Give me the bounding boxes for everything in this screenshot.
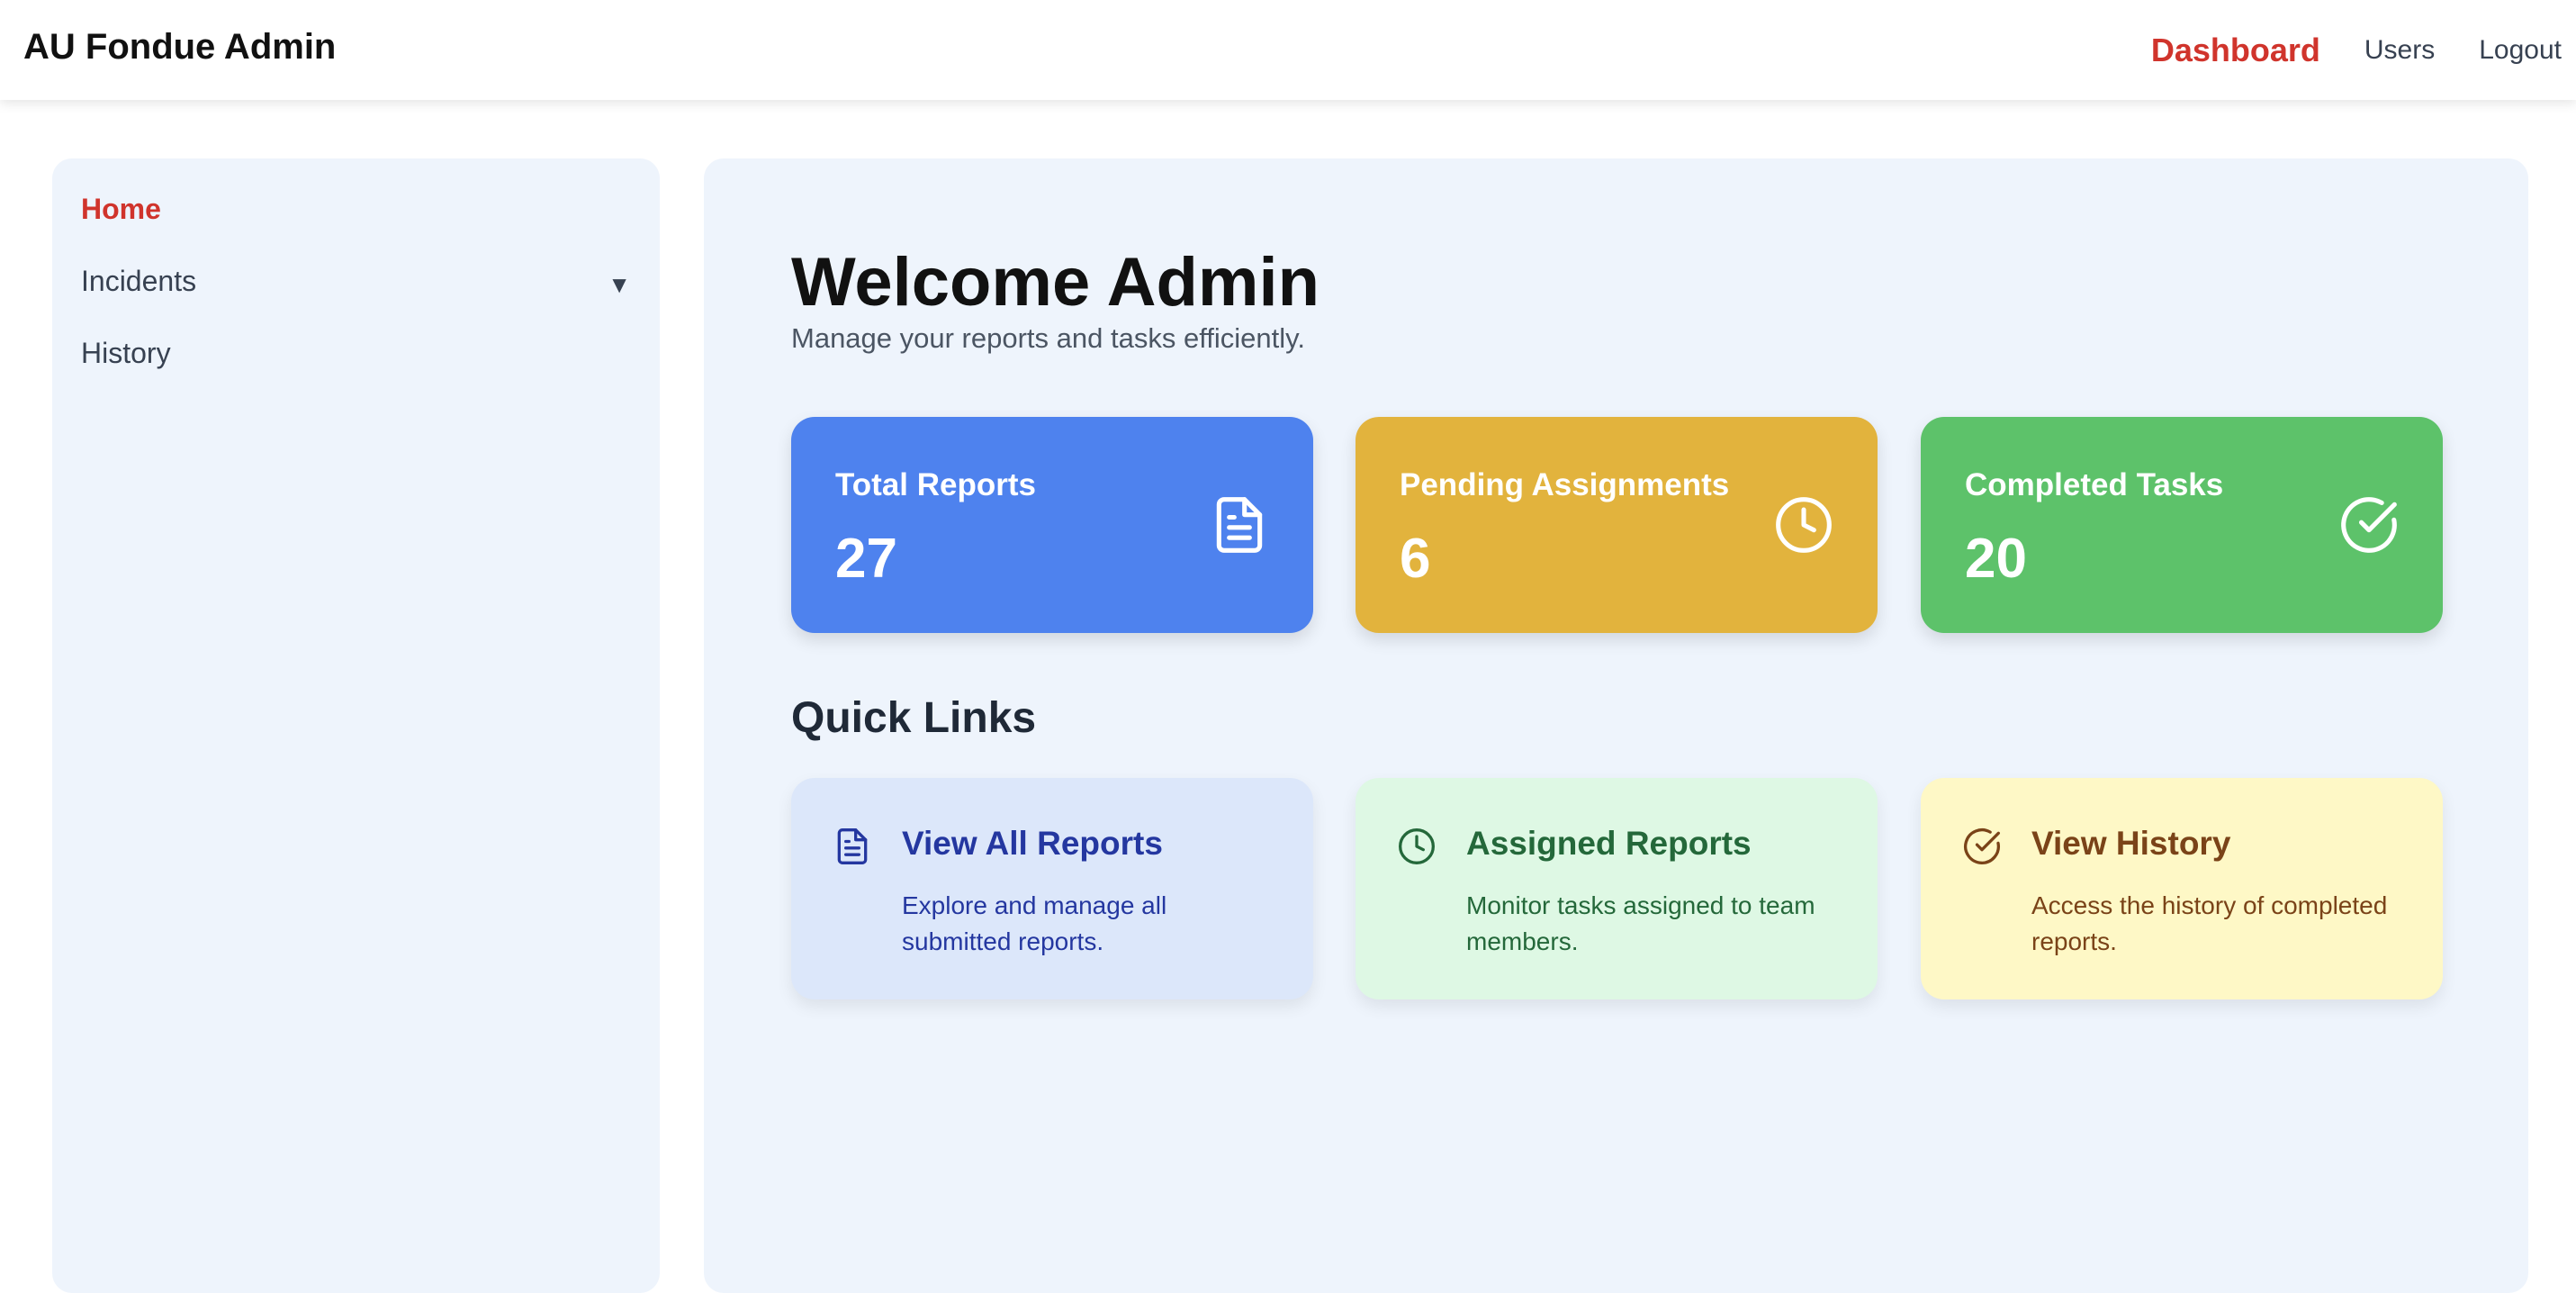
quick-link-assigned-reports[interactable]: Assigned Reports Monitor tasks assigned … [1356,778,1878,999]
page-subtitle: Manage your reports and tasks efficientl… [791,322,1305,354]
sidebar: Home Incidents ▼ History [52,158,660,1293]
main-content: Welcome Admin Manage your reports and ta… [704,158,2528,1293]
sidebar-item-home[interactable]: Home [81,193,161,226]
document-icon [837,828,868,864]
nav-dashboard-link[interactable]: Dashboard [2151,32,2320,69]
quick-link-view-history[interactable]: View History Access the history of compl… [1921,778,2443,999]
top-navbar: AU Fondue Admin Dashboard Users Logout [0,0,2576,100]
page-title: Welcome Admin [791,244,1320,321]
stat-label: Completed Tasks [1965,467,2224,502]
nav-users-link[interactable]: Users [2364,35,2435,66]
stat-card-completed-tasks: Completed Tasks 20 [1921,417,2443,633]
quick-link-view-all-reports[interactable]: View All Reports Explore and manage all … [791,778,1313,999]
nav-logout-link[interactable]: Logout [2479,35,2562,66]
quick-link-title[interactable]: View All Reports [902,825,1163,863]
stat-label: Pending Assignments [1400,467,1730,502]
check-circle-icon [2341,497,2397,553]
stat-card-total-reports: Total Reports 27 [791,417,1313,633]
quick-link-description: Monitor tasks assigned to team members. [1466,891,1815,955]
document-icon [1216,497,1263,553]
chevron-down-icon[interactable]: ▼ [608,271,631,299]
quick-link-description: Access the history of completed reports. [2031,891,2388,955]
quick-link-title[interactable]: Assigned Reports [1466,825,1752,863]
stat-card-pending-assignments: Pending Assignments 6 [1356,417,1878,633]
quick-link-title[interactable]: View History [2031,825,2230,863]
quick-link-description: Explore and manage all submitted reports… [902,891,1167,955]
top-nav: Dashboard Users Logout [2151,0,2576,100]
app-brand[interactable]: AU Fondue Admin [23,27,336,68]
check-circle-icon [1964,828,2000,864]
sidebar-item-incidents[interactable]: Incidents [81,265,196,298]
stat-value: 6 [1400,528,1431,590]
clock-icon [1399,828,1435,864]
stat-value: 20 [1965,528,2027,590]
stat-value: 27 [835,528,897,590]
stat-label: Total Reports [835,467,1036,502]
quick-links-heading: Quick Links [791,694,1037,742]
clock-icon [1776,497,1832,553]
sidebar-item-history[interactable]: History [81,337,171,370]
